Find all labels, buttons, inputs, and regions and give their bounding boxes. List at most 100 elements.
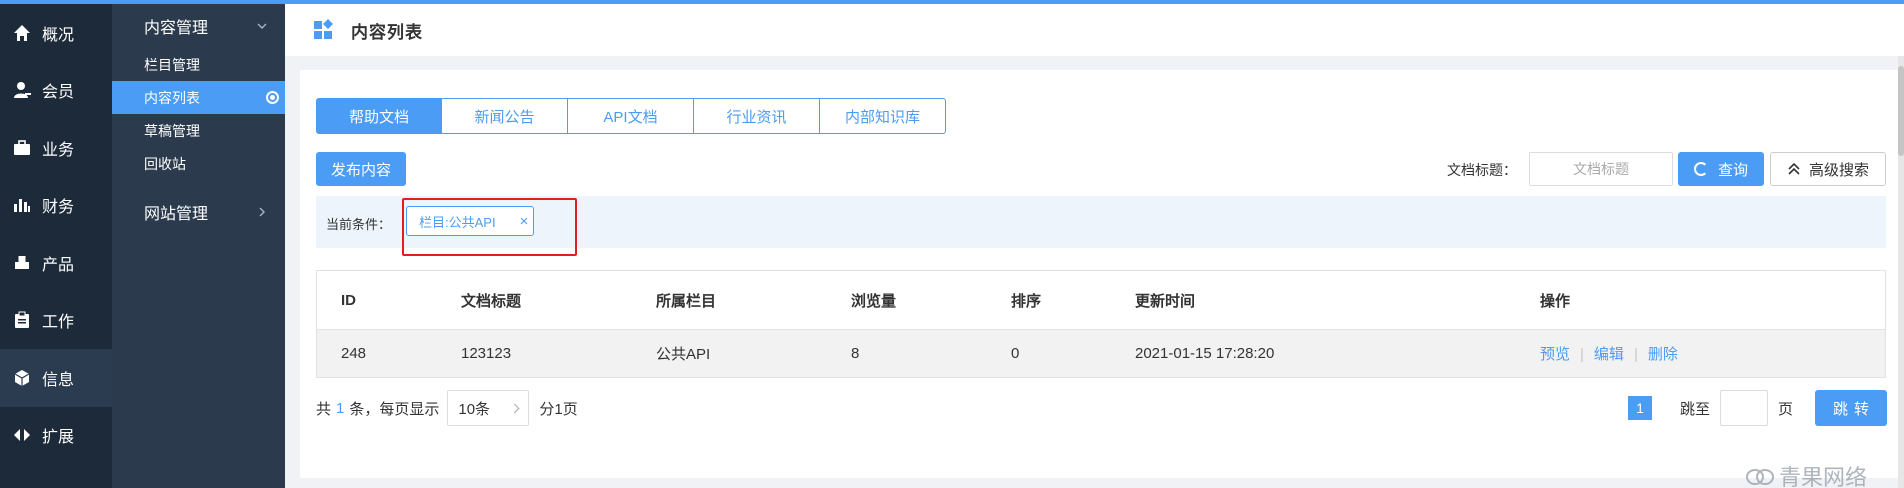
tab-knowledge-base[interactable]: 内部知识库 xyxy=(820,98,946,134)
radio-selected-icon xyxy=(266,91,279,104)
cube-icon xyxy=(12,368,32,388)
sidebar-item-work[interactable]: 工作 xyxy=(0,292,112,350)
expand-arrows-icon xyxy=(12,425,32,445)
page-size-select[interactable]: 10条 xyxy=(447,390,530,426)
sidebar-item-label: 会员 xyxy=(42,84,75,102)
action-separator: | xyxy=(1580,346,1584,363)
primary-sidebar: 概况 会员 业务 财务 产品 工作 信息 扩展 xyxy=(0,4,112,488)
chevron-right-icon xyxy=(509,403,520,413)
subnav-item-columns[interactable]: 栏目管理 xyxy=(112,48,285,81)
subnav-item-label: 内容列表 xyxy=(144,89,200,106)
subnav-item-drafts[interactable]: 草稿管理 xyxy=(112,114,285,147)
refresh-icon xyxy=(1693,162,1708,176)
sidebar-item-label: 工作 xyxy=(42,314,75,332)
column-header-updated: 更新时间 xyxy=(1135,292,1196,310)
page-header: 内容列表 xyxy=(285,4,1904,56)
highlight-annotation-box xyxy=(402,198,577,256)
chevron-down-icon xyxy=(257,23,267,29)
secondary-sidebar: 内容管理 栏目管理 内容列表 草稿管理 回收站 网站管理 xyxy=(112,4,285,488)
category-tabs: 帮助文档 新闻公告 API文档 行业资讯 内部知识库 xyxy=(316,98,946,134)
advanced-search-button[interactable]: 高级搜索 xyxy=(1770,152,1886,186)
pager-pages: 分1页 xyxy=(539,400,578,418)
subnav-item-content-list[interactable]: 内容列表 xyxy=(112,81,285,114)
subnav-group-label: 网站管理 xyxy=(144,206,209,223)
sidebar-item-label: 财务 xyxy=(42,199,75,217)
action-separator: | xyxy=(1633,346,1638,363)
pager-controls: 1 跳至 页 跳转 xyxy=(1628,390,1888,426)
cell-updated: 2021-01-15 17:28:20 xyxy=(1135,345,1275,362)
preview-link[interactable]: 预览 xyxy=(1540,346,1570,363)
cell-sort: 0 xyxy=(1011,345,1020,362)
tab-help-docs[interactable]: 帮助文档 xyxy=(316,98,442,134)
content-panel: 帮助文档 新闻公告 API文档 行业资讯 内部知识库 发布内容 文档标题： 查询… xyxy=(300,70,1904,478)
dashboard-icon xyxy=(314,19,333,39)
delete-link[interactable]: 删除 xyxy=(1648,346,1678,363)
title-search-input[interactable] xyxy=(1529,152,1673,186)
home-icon xyxy=(12,23,32,43)
subnav-item-label: 回收站 xyxy=(144,155,186,172)
sidebar-item-label: 业务 xyxy=(42,141,75,159)
cell-actions: 预览 | 编辑 | 删除 xyxy=(1516,343,1885,364)
user-icon xyxy=(12,80,32,100)
page-size-value: 10条 xyxy=(458,400,491,418)
query-button[interactable]: 查询 xyxy=(1678,152,1764,186)
sidebar-item-label: 产品 xyxy=(42,256,75,274)
briefcase-icon xyxy=(12,138,32,158)
pager-total: 1 xyxy=(336,399,345,417)
watermark-text: 青果网络 xyxy=(1779,465,1868,488)
sidebar-item-label: 扩展 xyxy=(42,429,75,447)
jump-page-input[interactable] xyxy=(1720,390,1769,426)
condition-label: 当前条件： xyxy=(326,217,392,232)
sidebar-item-members[interactable]: 会员 xyxy=(0,62,112,120)
sidebar-item-label: 概况 xyxy=(42,26,75,44)
publish-button[interactable]: 发布内容 xyxy=(316,152,406,186)
subnav-item-label: 草稿管理 xyxy=(144,122,200,139)
cubes-icon xyxy=(12,253,32,273)
column-header-title: 文档标题 xyxy=(461,292,522,310)
advanced-search-label: 高级搜索 xyxy=(1808,161,1869,179)
pager-prefix: 共 xyxy=(316,400,332,418)
subnav-item-recycle[interactable]: 回收站 xyxy=(112,147,285,180)
subnav-group-content[interactable]: 内容管理 xyxy=(112,4,285,48)
query-button-label: 查询 xyxy=(1717,161,1748,179)
watermark: 青果网络 xyxy=(1745,460,1867,488)
sidebar-item-finance[interactable]: 财务 xyxy=(0,177,112,235)
chart-bar-icon xyxy=(12,195,32,215)
column-header-sort: 排序 xyxy=(1011,292,1042,310)
tab-industry-news[interactable]: 行业资讯 xyxy=(694,98,820,134)
search-label: 文档标题： xyxy=(1447,162,1517,178)
column-header-id: ID xyxy=(341,291,356,309)
scrollbar-thumb[interactable] xyxy=(1898,66,1904,156)
sidebar-item-business[interactable]: 业务 xyxy=(0,119,112,177)
sidebar-item-overview[interactable]: 概况 xyxy=(0,4,112,62)
subnav-item-label: 栏目管理 xyxy=(144,56,200,73)
chevron-up-double-icon xyxy=(1788,162,1800,175)
edit-link[interactable]: 编辑 xyxy=(1594,346,1624,363)
sidebar-item-products[interactable]: 产品 xyxy=(0,234,112,292)
table-header: ID 文档标题 所属栏目 浏览量 排序 更新时间 操作 xyxy=(317,271,1885,329)
pager-mid: 条，每页显示 xyxy=(349,400,440,418)
vertical-scrollbar[interactable] xyxy=(1898,56,1904,488)
page-title: 内容列表 xyxy=(351,22,423,42)
tab-news[interactable]: 新闻公告 xyxy=(442,98,568,134)
column-header-actions: 操作 xyxy=(1540,292,1571,310)
page-button-current[interactable]: 1 xyxy=(1628,396,1652,420)
cell-views: 8 xyxy=(851,345,860,362)
content-table: ID 文档标题 所属栏目 浏览量 排序 更新时间 操作 248 123123 公… xyxy=(316,270,1886,378)
subnav-group-label: 内容管理 xyxy=(144,20,209,37)
subnav-group-website[interactable]: 网站管理 xyxy=(112,190,285,234)
sidebar-item-label: 信息 xyxy=(42,371,75,389)
table-row: 248 123123 公共API 8 0 2021-01-15 17:28:20… xyxy=(317,329,1885,377)
sidebar-item-info[interactable]: 信息 xyxy=(0,349,112,407)
clipboard-icon xyxy=(12,310,32,330)
tab-api-docs[interactable]: API文档 xyxy=(568,98,694,134)
sidebar-item-extend[interactable]: 扩展 xyxy=(0,407,112,465)
jump-button[interactable]: 跳转 xyxy=(1815,390,1888,426)
watermark-logo-icon xyxy=(1746,469,1774,485)
chevron-right-icon xyxy=(259,207,265,217)
cell-id: 248 xyxy=(341,345,367,362)
jump-label: 跳至 xyxy=(1680,400,1711,418)
cell-column: 公共API xyxy=(656,346,711,363)
column-header-column: 所属栏目 xyxy=(656,292,717,310)
cell-title: 123123 xyxy=(461,345,512,362)
